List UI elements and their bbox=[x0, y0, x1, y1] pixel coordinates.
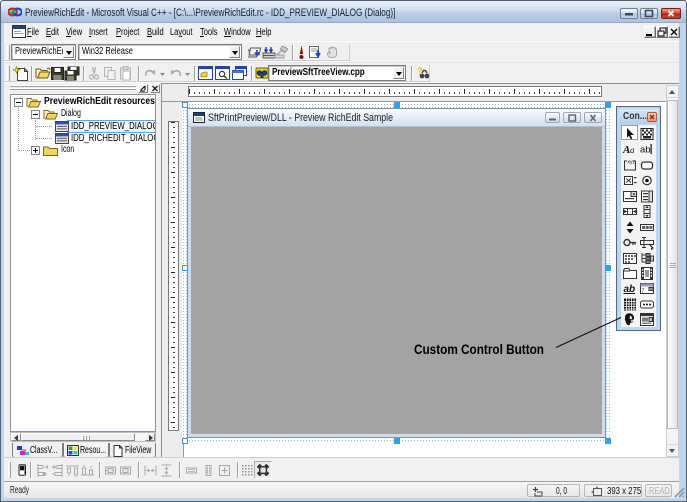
svg-text:xyz: xyz bbox=[628, 160, 636, 166]
svg-text:ab: ab bbox=[640, 145, 651, 156]
svg-text:7: 7 bbox=[642, 289, 645, 295]
svg-text:ab: ab bbox=[624, 284, 636, 295]
svg-text:a: a bbox=[630, 145, 635, 155]
